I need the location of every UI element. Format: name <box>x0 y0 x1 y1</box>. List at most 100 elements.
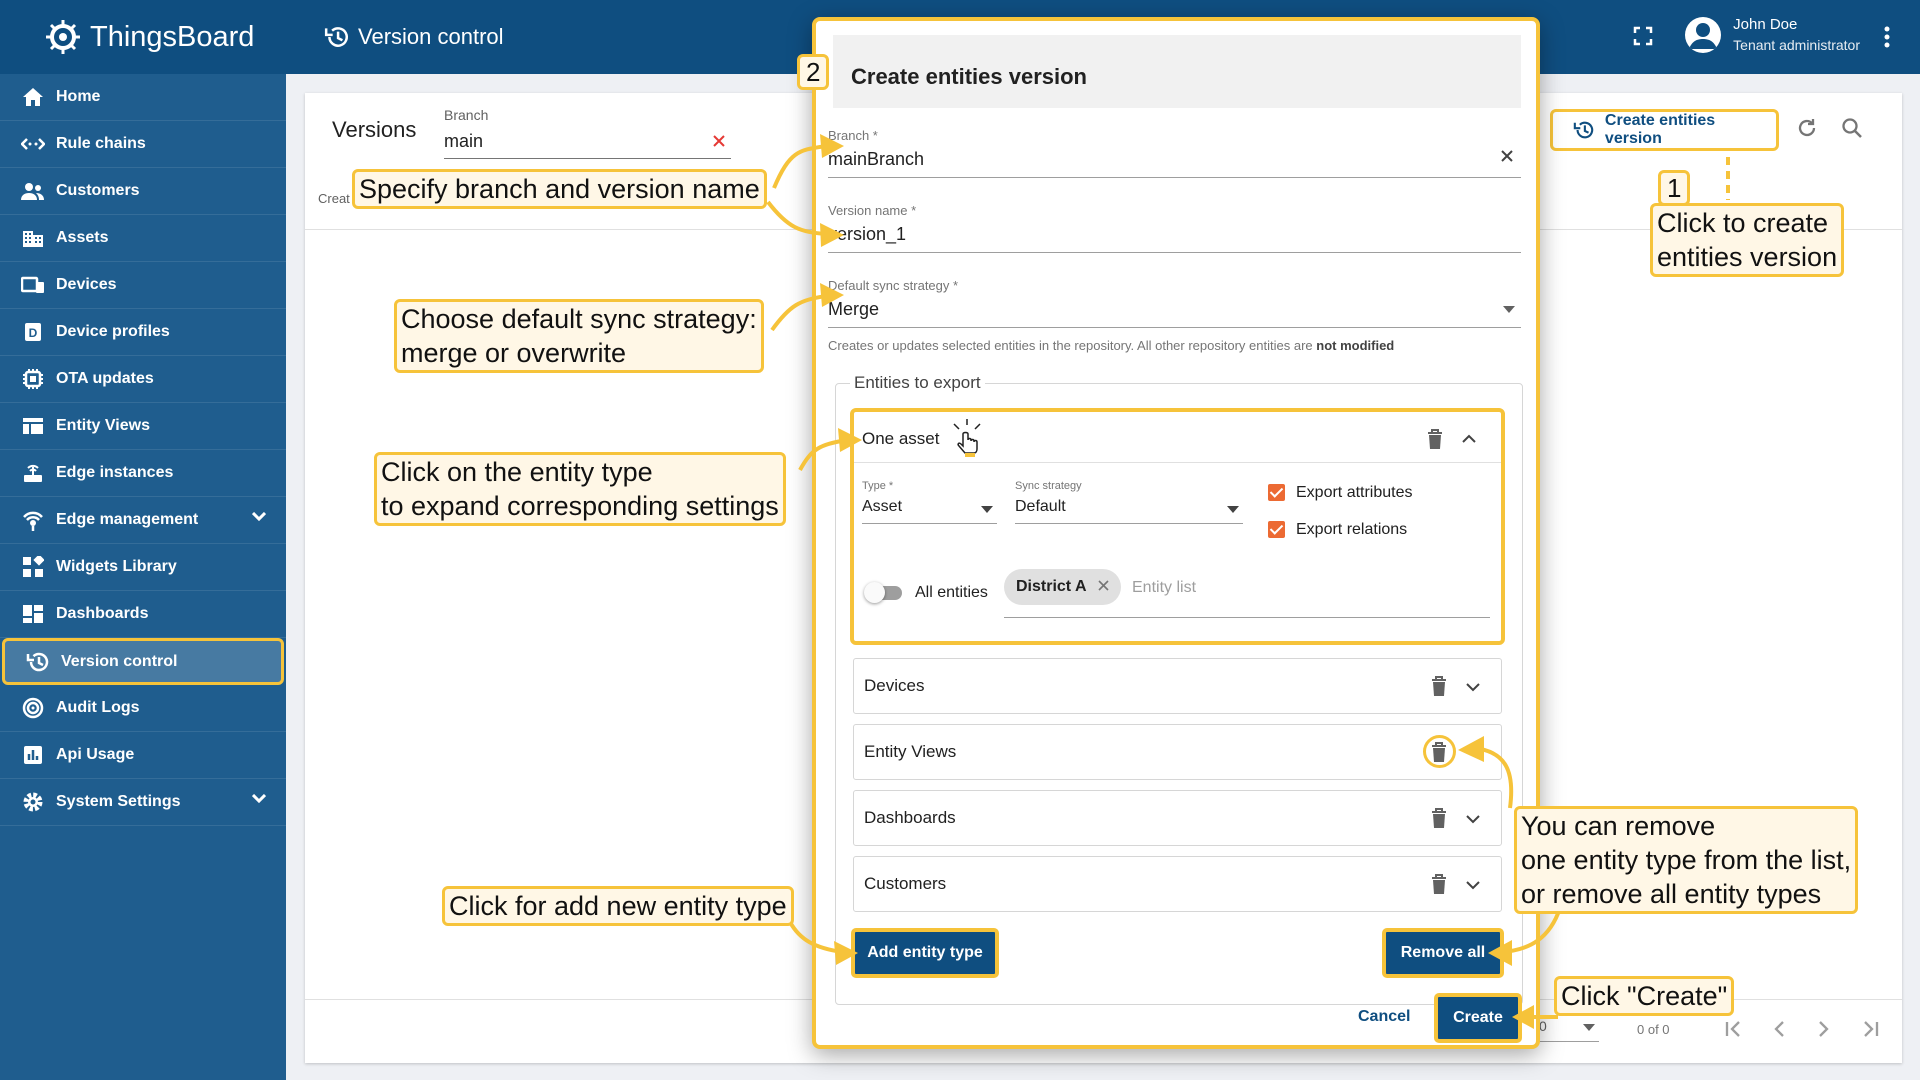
branch-value: main <box>444 131 484 151</box>
first-page-icon[interactable] <box>1725 1021 1743 1037</box>
chip-remove-icon[interactable] <box>1098 580 1109 591</box>
version-name-field[interactable]: Version name * version_1 <box>828 199 1521 253</box>
panel-divider <box>854 462 1501 463</box>
sync-strategy-select[interactable]: Default sync strategy * Merge <box>828 274 1521 328</box>
entity-sync-strategy-label: Sync strategy <box>1015 480 1082 492</box>
entity-type-panel-customers[interactable]: Customers <box>853 856 1502 912</box>
entity-type-label: Type * <box>862 480 894 492</box>
delete-icon[interactable] <box>1431 874 1447 894</box>
export-attributes-label: Export attributes <box>1296 484 1413 501</box>
entity-type-panel-dashboards[interactable]: Dashboards <box>853 790 1502 846</box>
export-attributes-checkbox[interactable]: Export attributes <box>1268 483 1468 503</box>
entity-sync-strategy-select[interactable]: Sync strategy Default <box>1015 476 1243 524</box>
page-size-value: 0 <box>1539 1018 1547 1034</box>
sidebar-item-audit-logs[interactable]: Audit Logs <box>0 685 286 732</box>
version-name-value: version_1 <box>828 224 907 244</box>
next-page-icon[interactable] <box>1818 1021 1830 1037</box>
export-relations-checkbox[interactable]: Export relations <box>1268 520 1468 540</box>
previous-page-icon[interactable] <box>1773 1021 1785 1037</box>
create-entities-version-button[interactable]: Create entities version <box>1550 109 1779 151</box>
sidebar-item-widgets-library[interactable]: Widgets Library <box>0 544 286 591</box>
sidebar-item-api-usage[interactable]: Api Usage <box>0 732 286 779</box>
remove-all-button[interactable]: Remove all <box>1382 928 1504 978</box>
add-entity-type-button[interactable]: Add entity type <box>851 928 999 978</box>
cancel-button[interactable]: Cancel <box>1358 1008 1410 1026</box>
annotation-remove-entity-types: You can remove one entity type from the … <box>1514 806 1859 914</box>
page-title: Version control <box>324 24 504 50</box>
sidebar-item-label: Edge management <box>56 511 199 528</box>
dropdown-arrow-icon <box>1583 1024 1595 1031</box>
sidebar-item-entity-views[interactable]: Entity Views <box>0 403 286 450</box>
add-entity-type-label: Add entity type <box>867 944 983 961</box>
sidebar-item-label: Devices <box>56 276 117 293</box>
panel-label: Customers <box>864 874 947 893</box>
edge-instances-icon <box>20 462 46 484</box>
create-entities-version-dialog: Create entities version Branch * mainBra… <box>812 17 1540 1049</box>
sidebar-item-rule-chains[interactable]: Rule chains <box>0 121 286 168</box>
branch-select[interactable]: Branch main <box>444 99 731 159</box>
sidebar-item-label: Audit Logs <box>56 699 140 716</box>
user-name: John Doe <box>1733 16 1798 33</box>
more-vert-icon[interactable] <box>1884 26 1890 48</box>
sidebar-item-label: Customers <box>56 182 140 199</box>
branch-field[interactable]: Branch * mainBranch <box>828 124 1521 178</box>
thingsboard-logo-icon <box>46 20 80 54</box>
sidebar-item-version-control[interactable]: Version control <box>2 638 284 685</box>
sync-strategy-value: Merge <box>828 299 880 319</box>
branch-field-value: mainBranch <box>828 149 925 169</box>
logo[interactable]: ThingsBoard <box>0 0 286 74</box>
last-page-icon[interactable] <box>1861 1021 1879 1037</box>
assets-icon <box>20 227 46 249</box>
entity-type-panel-devices[interactable]: Devices <box>853 658 1502 714</box>
sidebar-item-customers[interactable]: Customers <box>0 168 286 215</box>
sidebar-item-devices[interactable]: Devices <box>0 262 286 309</box>
chevron-down-icon[interactable] <box>1466 815 1480 824</box>
panel-header-label: One asset <box>862 429 940 448</box>
toggle-thumb <box>864 582 885 603</box>
user-role: Tenant administrator <box>1733 37 1860 53</box>
logo-text: ThingsBoard <box>90 20 255 53</box>
page-size-select[interactable]: 0 <box>1539 1018 1599 1042</box>
delete-icon[interactable] <box>1427 429 1443 449</box>
chevron-down-icon[interactable] <box>1466 683 1480 692</box>
sidebar-item-label: Rule chains <box>56 135 146 152</box>
entity-type-select[interactable]: Type * Asset <box>862 476 997 524</box>
sidebar-item-edge-instances[interactable]: Edge instances <box>0 450 286 497</box>
clear-icon[interactable] <box>1501 150 1513 162</box>
user-menu[interactable]: John Doe Tenant administrator <box>1685 16 1860 53</box>
search-icon[interactable] <box>1841 117 1863 139</box>
entity-list-field[interactable]: District A Entity list <box>1004 562 1490 618</box>
sidebar-item-home[interactable]: Home <box>0 74 286 121</box>
sidebar-item-assets[interactable]: Assets <box>0 215 286 262</box>
history-icon <box>25 651 51 673</box>
sidebar-item-label: OTA updates <box>56 370 154 387</box>
sidebar-item-edge-management[interactable]: Edge management <box>0 497 286 544</box>
device-profiles-icon: D <box>20 321 46 343</box>
cursor-click-icon <box>953 419 981 457</box>
create-button[interactable]: Create <box>1434 993 1522 1043</box>
delete-icon[interactable] <box>1431 742 1447 762</box>
all-entities-toggle[interactable]: All entities <box>864 580 994 604</box>
annotation-remove-l1: You can remove <box>1521 811 1716 841</box>
chevron-up-icon[interactable] <box>1462 434 1476 443</box>
sidebar-item-dashboards[interactable]: Dashboards <box>0 591 286 638</box>
sidebar-item-ota-updates[interactable]: OTA updates <box>0 356 286 403</box>
delete-icon[interactable] <box>1431 676 1447 696</box>
chevron-down-icon <box>252 512 266 522</box>
chevron-down-icon[interactable] <box>1466 881 1480 890</box>
sidebar-item-label: Edge instances <box>56 464 174 481</box>
entity-type-panel-entity-views[interactable]: Entity Views <box>853 724 1502 780</box>
refresh-icon[interactable] <box>1796 117 1818 139</box>
all-entities-label: All entities <box>915 584 988 601</box>
entity-chip[interactable]: District A <box>1004 569 1122 605</box>
fullscreen-icon[interactable] <box>1633 26 1653 46</box>
delete-icon[interactable] <box>1431 808 1447 828</box>
sidebar-item-system-settings[interactable]: System Settings <box>0 779 286 826</box>
annotation-remove-l3: or remove all entity types <box>1521 879 1822 909</box>
annotation-step-2: 2 <box>797 54 830 90</box>
entity-type-panel-expanded[interactable]: One asset Type * Asset Sync strategy Def… <box>850 408 1505 645</box>
sidebar-item-device-profiles[interactable]: D Device profiles <box>0 309 286 356</box>
annotation-remove-l2: one entity type from the list, <box>1521 845 1852 875</box>
annotation-create-version: Click to create entities version <box>1650 203 1845 277</box>
clear-icon[interactable] <box>713 135 725 147</box>
